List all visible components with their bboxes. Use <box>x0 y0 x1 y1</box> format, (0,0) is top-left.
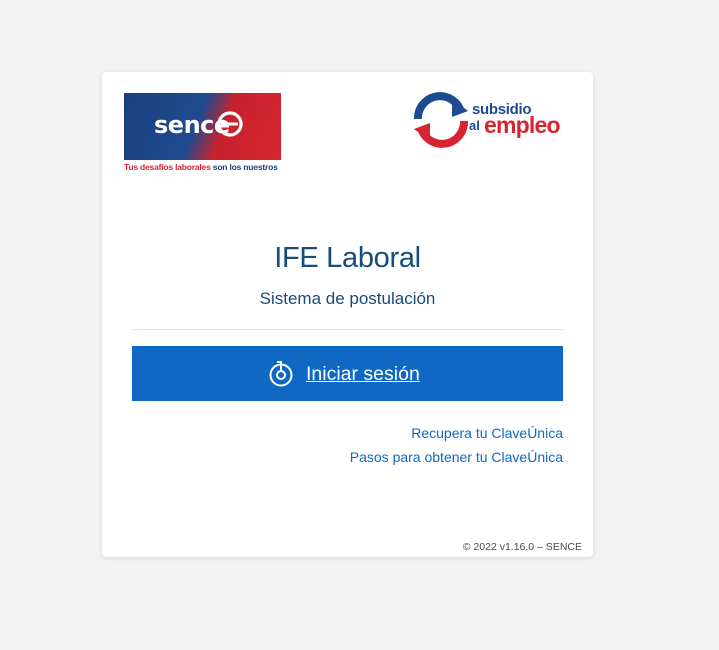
footer-version: © 2022 v1.16.0 – SENCE <box>462 541 582 553</box>
al-word: al <box>469 118 480 133</box>
divider <box>132 329 563 330</box>
login-button[interactable]: Iniciar sesión <box>132 346 563 401</box>
sence-logo-banner: sence <box>124 93 281 160</box>
sence-tagline-part1: Tus desafíos laborales <box>124 162 211 172</box>
refresh-arrows-icon <box>414 92 468 148</box>
page-title: IFE Laboral <box>274 242 421 274</box>
recover-claveunica-link[interactable]: Recupera tu ClaveÚnica <box>411 425 563 441</box>
subsidio-empleo-logo: subsidio al empleo <box>412 91 577 149</box>
sence-tagline: Tus desafíos laborales son los nuestros <box>124 162 278 172</box>
login-card: sence Tus desafíos laborales son los nue… <box>102 72 593 557</box>
login-button-label: Iniciar sesión <box>306 363 420 385</box>
page-subtitle: Sistema de postulación <box>259 289 436 308</box>
sence-tagline-part2: son los nuestros <box>210 162 278 172</box>
steps-claveunica-link[interactable]: Pasos para obtener tu ClaveÚnica <box>350 449 563 465</box>
empleo-word: empleo <box>484 112 561 138</box>
sence-ring-icon <box>217 111 243 137</box>
clave-unica-icon <box>269 361 293 387</box>
sence-logo: sence Tus desafíos laborales son los nue… <box>124 93 282 175</box>
